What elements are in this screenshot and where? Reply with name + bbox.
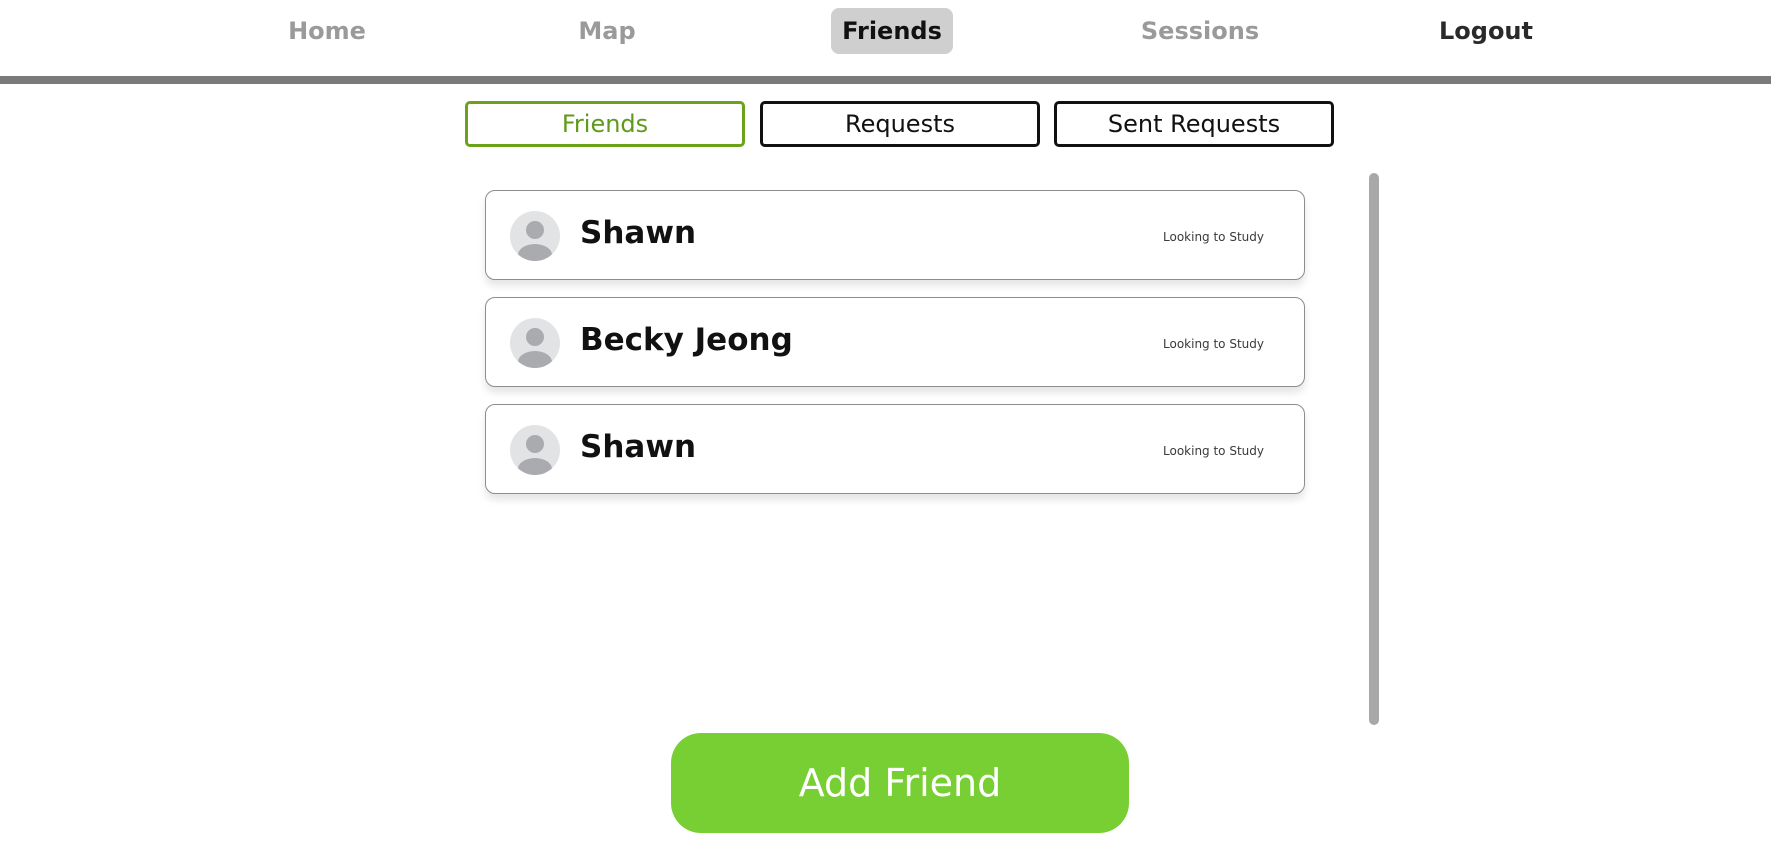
nav-home[interactable]: Home <box>262 8 392 54</box>
add-friend-button[interactable]: Add Friend <box>671 733 1129 833</box>
nav-map[interactable]: Map <box>543 8 671 54</box>
nav-logout[interactable]: Logout <box>1421 8 1551 54</box>
friend-name: Shawn <box>580 215 697 251</box>
friend-name: Becky Jeong <box>580 322 793 358</box>
top-navigation: Home Map Friends Sessions Logout <box>0 0 1771 76</box>
friend-card[interactable]: Shawn Looking to Study <box>485 190 1305 280</box>
nav-divider <box>0 76 1771 84</box>
friend-status: Looking to Study <box>1163 230 1264 244</box>
user-avatar-icon <box>510 425 560 475</box>
friend-name: Shawn <box>580 429 697 465</box>
friend-status: Looking to Study <box>1163 444 1264 458</box>
friend-status: Looking to Study <box>1163 337 1264 351</box>
tab-requests[interactable]: Requests <box>760 101 1040 147</box>
tab-friends[interactable]: Friends <box>465 101 745 147</box>
friend-list-scrollbar[interactable] <box>1369 173 1379 725</box>
friend-card[interactable]: Shawn Looking to Study <box>485 404 1305 494</box>
friend-card[interactable]: Becky Jeong Looking to Study <box>485 297 1305 387</box>
friend-list: Shawn Looking to Study Becky Jeong Looki… <box>485 190 1305 511</box>
nav-friends[interactable]: Friends <box>831 8 953 54</box>
nav-sessions[interactable]: Sessions <box>1125 8 1275 54</box>
tab-sent-requests[interactable]: Sent Requests <box>1054 101 1334 147</box>
user-avatar-icon <box>510 211 560 261</box>
user-avatar-icon <box>510 318 560 368</box>
